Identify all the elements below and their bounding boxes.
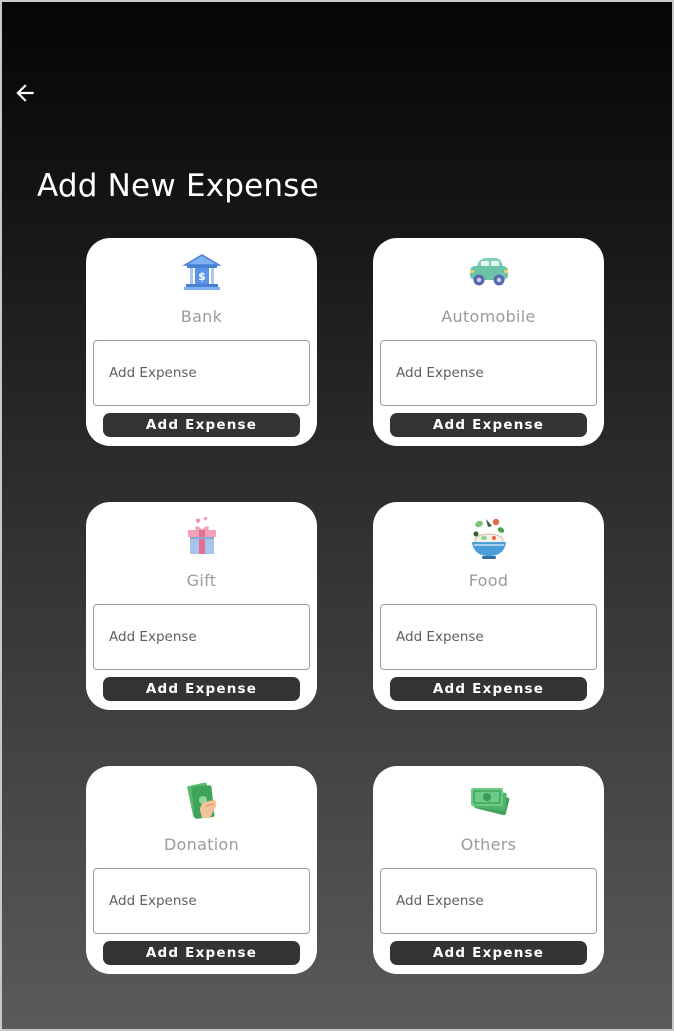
arrow-left-icon [16,84,34,102]
bank-icon: $ [86,252,317,292]
add-expense-button-bank[interactable]: Add Expense [103,413,300,437]
gift-icon [86,516,317,556]
add-expense-button-others[interactable]: Add Expense [390,941,587,965]
svg-text:$: $ [198,270,206,283]
add-expense-button-donation[interactable]: Add Expense [103,941,300,965]
add-expense-button-food[interactable]: Add Expense [390,677,587,701]
add-expense-button-gift[interactable]: Add Expense [103,677,300,701]
food-bowl-icon [373,516,604,559]
page-title: Add New Expense [37,168,319,204]
category-label-food: Food [468,571,509,590]
category-label-automobile: Automobile [441,307,536,326]
category-label-others: Others [460,835,517,854]
add-expense-button-automobile[interactable]: Add Expense [390,413,587,437]
expense-input-automobile[interactable] [380,340,597,406]
expense-input-food[interactable] [380,604,597,670]
expense-card-donation: Donation Add Expense [86,766,317,974]
expense-input-others[interactable] [380,868,597,934]
car-icon [373,252,604,292]
expense-card-others: Others Add Expense [373,766,604,974]
back-button[interactable] [10,78,40,108]
expense-card-automobile: Automobile Add Expense [373,238,604,446]
cash-stack-icon [373,780,604,820]
category-label-donation: Donation [163,835,240,854]
add-expense-screen: Add New Expense $ Bank Add Expense Add E… [0,0,674,1031]
expense-input-donation[interactable] [93,868,310,934]
expense-card-gift: Gift Add Expense [86,502,317,710]
expense-card-bank: $ Bank Add Expense [86,238,317,446]
expense-input-gift[interactable] [93,604,310,670]
category-label-gift: Gift [186,571,217,590]
expense-input-bank[interactable] [93,340,310,406]
category-label-bank: Bank [180,307,223,326]
expense-card-food: Food Add Expense [373,502,604,710]
money-hand-icon [86,780,317,820]
